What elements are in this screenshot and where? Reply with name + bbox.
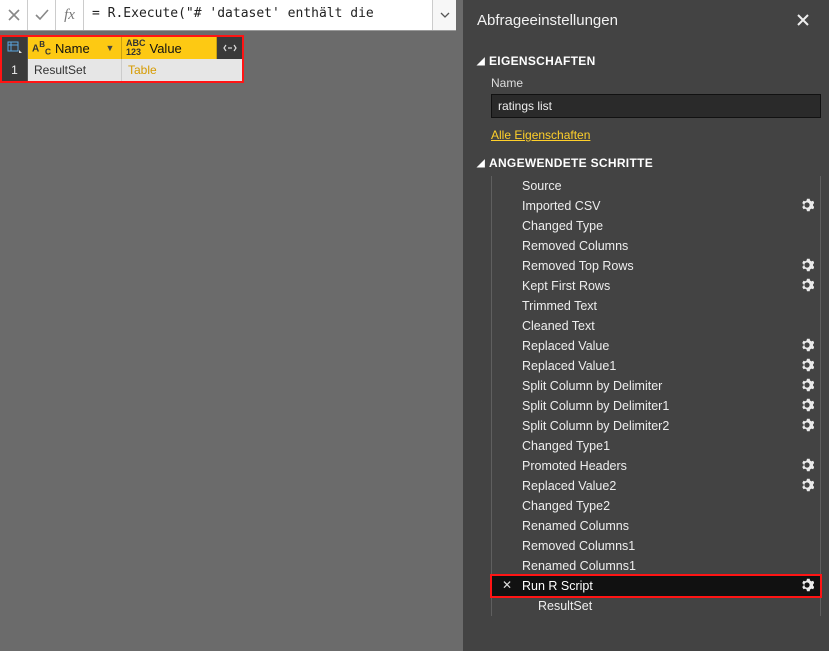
step-label: Split Column by Delimiter	[522, 379, 662, 393]
applied-step[interactable]: Split Column by Delimiter2	[492, 416, 820, 436]
table-header-row: ABC Name ▼ ABC123 Value	[2, 37, 242, 59]
panel-title: Abfrageeinstellungen	[477, 12, 618, 29]
all-properties-link[interactable]: Alle Eigenschaften	[491, 128, 815, 142]
gear-icon[interactable]	[800, 338, 814, 352]
applied-step[interactable]: Changed Type1	[492, 436, 820, 456]
formula-expand-button[interactable]	[432, 0, 456, 30]
applied-step[interactable]: Cleaned Text	[492, 316, 820, 336]
applied-steps-list: Source Imported CSV Changed Type Removed Co…	[491, 176, 821, 616]
column-filter-button[interactable]: ▼	[103, 41, 117, 55]
applied-step[interactable]: Replaced Value	[492, 336, 820, 356]
step-label: Replaced Value2	[522, 479, 616, 493]
text-type-icon: ABC	[32, 41, 51, 56]
applied-step[interactable]: Trimmed Text	[492, 296, 820, 316]
applied-step[interactable]: Imported CSV	[492, 196, 820, 216]
step-label: Source	[522, 179, 562, 193]
applied-step[interactable]: Removed Columns1	[492, 536, 820, 556]
gear-icon[interactable]	[800, 358, 814, 372]
step-label: Removed Columns	[522, 239, 628, 253]
step-label: Replaced Value1	[522, 359, 616, 373]
applied-step[interactable]: Replaced Value2	[492, 476, 820, 496]
applied-step[interactable]: Replaced Value1	[492, 356, 820, 376]
step-label: Changed Type2	[522, 499, 610, 513]
close-panel-button[interactable]	[791, 8, 815, 32]
applied-step[interactable]: Promoted Headers	[492, 456, 820, 476]
fx-icon: fx	[56, 0, 84, 30]
step-label: Removed Columns1	[522, 539, 635, 553]
applied-step[interactable]: Source	[492, 176, 820, 196]
applied-step[interactable]: Removed Columns	[492, 236, 820, 256]
step-label: Trimmed Text	[522, 299, 597, 313]
section-properties-header[interactable]: ◢ EIGENSCHAFTEN	[477, 54, 815, 68]
applied-step[interactable]: Renamed Columns	[492, 516, 820, 536]
gear-icon[interactable]	[800, 478, 814, 492]
gear-icon[interactable]	[800, 578, 814, 592]
column-header-name[interactable]: ABC Name ▼	[28, 37, 122, 59]
step-label: Renamed Columns1	[522, 559, 636, 573]
column-header-value[interactable]: ABC123 Value	[122, 37, 217, 59]
table-row[interactable]: 1 ResultSet Table	[2, 59, 242, 81]
commit-formula-button[interactable]	[28, 0, 56, 30]
column-label: Value	[150, 41, 182, 56]
name-label: Name	[491, 76, 815, 90]
column-label: Name	[55, 41, 90, 56]
collapse-icon: ◢	[477, 56, 485, 67]
gear-icon[interactable]	[800, 418, 814, 432]
step-label: Imported CSV	[522, 199, 601, 213]
gear-icon[interactable]	[800, 258, 814, 272]
step-label: Promoted Headers	[522, 459, 627, 473]
applied-step[interactable]: Split Column by Delimiter	[492, 376, 820, 396]
cancel-formula-button[interactable]	[0, 0, 28, 30]
formula-bar: fx = R.Execute("# 'dataset' enthält die	[0, 0, 456, 31]
query-settings-panel: Abfrageeinstellungen ◢ EIGENSCHAFTEN Nam…	[463, 0, 829, 651]
delete-step-icon[interactable]: ✕	[502, 578, 512, 592]
applied-step-selected[interactable]: ✕ Run R Script	[492, 576, 820, 596]
table-menu-button[interactable]	[2, 37, 28, 59]
applied-step[interactable]: Removed Top Rows	[492, 256, 820, 276]
step-label: Split Column by Delimiter2	[522, 419, 669, 433]
applied-step[interactable]: Changed Type	[492, 216, 820, 236]
gear-icon[interactable]	[800, 278, 814, 292]
section-steps-header[interactable]: ◢ ANGEWENDETE SCHRITTE	[477, 156, 815, 170]
step-label: Cleaned Text	[522, 319, 595, 333]
applied-step[interactable]: Kept First Rows	[492, 276, 820, 296]
query-name-input[interactable]	[491, 94, 821, 118]
gear-icon[interactable]	[800, 378, 814, 392]
collapse-icon: ◢	[477, 158, 485, 169]
gear-icon[interactable]	[800, 398, 814, 412]
section-title: ANGEWENDETE SCHRITTE	[489, 156, 653, 170]
section-title: EIGENSCHAFTEN	[489, 54, 596, 68]
applied-step[interactable]: ResultSet	[492, 596, 820, 616]
step-label: Changed Type	[522, 219, 603, 233]
step-label: Removed Top Rows	[522, 259, 634, 273]
step-label: Changed Type1	[522, 439, 610, 453]
gear-icon[interactable]	[800, 198, 814, 212]
data-preview-table: ABC Name ▼ ABC123 Value 1 ResultSet Tabl…	[2, 37, 242, 81]
step-label: Kept First Rows	[522, 279, 610, 293]
formula-input[interactable]: = R.Execute("# 'dataset' enthält die	[84, 0, 432, 30]
step-label: ResultSet	[538, 599, 592, 613]
step-label: Split Column by Delimiter1	[522, 399, 669, 413]
applied-step[interactable]: Renamed Columns1	[492, 556, 820, 576]
expand-column-button[interactable]	[217, 37, 242, 59]
step-label: Run R Script	[522, 579, 593, 593]
row-index: 1	[2, 59, 28, 81]
gear-icon[interactable]	[800, 458, 814, 472]
step-label: Renamed Columns	[522, 519, 629, 533]
applied-step[interactable]: Split Column by Delimiter1	[492, 396, 820, 416]
applied-step[interactable]: Changed Type2	[492, 496, 820, 516]
step-label: Replaced Value	[522, 339, 609, 353]
cell-value[interactable]: Table	[122, 59, 217, 81]
any-type-icon: ABC123	[126, 39, 146, 57]
cell-name[interactable]: ResultSet	[28, 59, 122, 81]
